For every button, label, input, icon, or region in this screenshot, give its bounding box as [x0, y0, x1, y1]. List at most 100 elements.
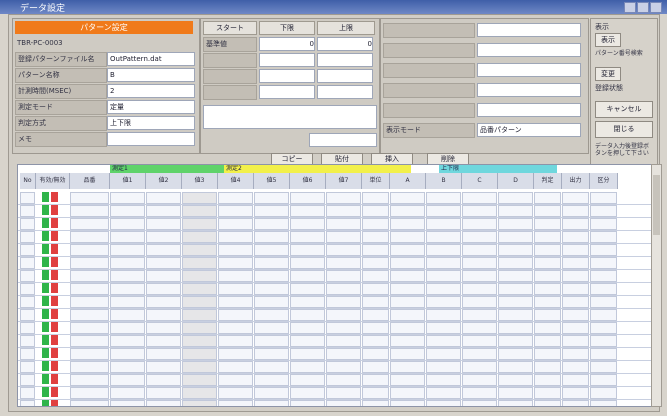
- grid-cell[interactable]: [110, 283, 145, 295]
- disable-toggle[interactable]: [51, 309, 58, 319]
- grid-cell[interactable]: [290, 205, 325, 217]
- grid-cell[interactable]: [426, 192, 461, 204]
- range-row-2-value-0[interactable]: [259, 69, 315, 83]
- close-dialog-button[interactable]: 閉じる: [595, 121, 653, 138]
- grid-cell[interactable]: [390, 231, 425, 243]
- column-header-13[interactable]: C: [462, 173, 498, 189]
- grid-cell[interactable]: [326, 335, 361, 347]
- grid-cell[interactable]: [362, 335, 389, 347]
- grid-cell[interactable]: [462, 361, 497, 373]
- grid-cell[interactable]: [562, 257, 589, 269]
- enable-toggle[interactable]: [42, 205, 49, 215]
- table-row[interactable]: [18, 308, 651, 322]
- minimize-button[interactable]: [624, 2, 636, 13]
- grid-cell[interactable]: [254, 296, 289, 308]
- column-header-7[interactable]: 値5: [254, 173, 290, 189]
- grid-cell[interactable]: [462, 218, 497, 230]
- grid-cell[interactable]: [110, 335, 145, 347]
- field-input-3[interactable]: 定量: [107, 100, 195, 114]
- grid-cell[interactable]: [390, 335, 425, 347]
- table-row[interactable]: [18, 282, 651, 296]
- grid-cell[interactable]: [326, 400, 361, 406]
- column-header-6[interactable]: 値4: [218, 173, 254, 189]
- grid-cell[interactable]: [326, 218, 361, 230]
- grid-cell[interactable]: [562, 348, 589, 360]
- grid-cell[interactable]: [426, 205, 461, 217]
- grid-cell[interactable]: [390, 322, 425, 334]
- grid-cell[interactable]: [534, 218, 561, 230]
- maximize-button[interactable]: [637, 2, 649, 13]
- enable-toggle[interactable]: [42, 218, 49, 228]
- enable-toggle[interactable]: [42, 322, 49, 332]
- grid-cell[interactable]: [110, 192, 145, 204]
- display-row-input-3[interactable]: [477, 83, 581, 97]
- grid-cell[interactable]: [326, 257, 361, 269]
- grid-cell[interactable]: [362, 205, 389, 217]
- grid-cell[interactable]: [562, 270, 589, 282]
- grid-cell[interactable]: [20, 218, 35, 230]
- grid-cell[interactable]: [70, 361, 109, 373]
- grid-cell[interactable]: [326, 322, 361, 334]
- field-input-2[interactable]: 2: [107, 84, 195, 98]
- grid-cell[interactable]: [498, 309, 533, 321]
- grid-cell[interactable]: [290, 361, 325, 373]
- grid-cell[interactable]: [590, 192, 617, 204]
- table-row[interactable]: [18, 230, 651, 244]
- grid-cell[interactable]: [146, 400, 181, 406]
- grid-cell[interactable]: [498, 361, 533, 373]
- grid-cell[interactable]: [390, 218, 425, 230]
- grid-cell[interactable]: [218, 205, 253, 217]
- grid-cell[interactable]: [110, 296, 145, 308]
- grid-cell[interactable]: [590, 231, 617, 243]
- grid-cell[interactable]: [326, 244, 361, 256]
- grid-cell[interactable]: [590, 361, 617, 373]
- column-header-10[interactable]: 単位: [362, 173, 390, 189]
- table-row[interactable]: [18, 360, 651, 374]
- grid-cell[interactable]: [562, 374, 589, 386]
- enable-toggle[interactable]: [42, 192, 49, 202]
- grid-cell[interactable]: [254, 231, 289, 243]
- disable-toggle[interactable]: [51, 192, 58, 202]
- grid-cell[interactable]: [70, 205, 109, 217]
- grid-cell[interactable]: [390, 296, 425, 308]
- enable-toggle[interactable]: [42, 270, 49, 280]
- grid-cell[interactable]: [326, 283, 361, 295]
- grid-cell[interactable]: [590, 205, 617, 217]
- grid-cell[interactable]: [426, 335, 461, 347]
- grid-cell[interactable]: [20, 192, 35, 204]
- grid-cell[interactable]: [462, 309, 497, 321]
- column-header-17[interactable]: 区分: [590, 173, 618, 189]
- grid-cell[interactable]: [218, 335, 253, 347]
- grid-cell[interactable]: [326, 374, 361, 386]
- grid-cell[interactable]: [534, 348, 561, 360]
- column-header-11[interactable]: A: [390, 173, 426, 189]
- grid-cell[interactable]: [290, 296, 325, 308]
- grid-cell[interactable]: [290, 400, 325, 406]
- grid-cell[interactable]: [590, 387, 617, 399]
- enable-toggle[interactable]: [42, 309, 49, 319]
- grid-cell[interactable]: [498, 322, 533, 334]
- grid-cell[interactable]: [462, 400, 497, 406]
- enable-toggle[interactable]: [42, 335, 49, 345]
- grid-cell[interactable]: [390, 270, 425, 282]
- cancel-button[interactable]: キャンセル: [595, 101, 653, 118]
- grid-cell[interactable]: [362, 296, 389, 308]
- column-header-5[interactable]: 値3: [182, 173, 218, 189]
- grid-cell[interactable]: [534, 400, 561, 406]
- grid-cell[interactable]: [70, 283, 109, 295]
- grid-cell[interactable]: [590, 218, 617, 230]
- grid-cell[interactable]: [390, 283, 425, 295]
- grid-cell[interactable]: [390, 374, 425, 386]
- grid-cell[interactable]: [218, 283, 253, 295]
- column-header-14[interactable]: D: [498, 173, 534, 189]
- grid-cell[interactable]: [290, 348, 325, 360]
- display-row-input-2[interactable]: [477, 63, 581, 77]
- grid-cell[interactable]: [290, 270, 325, 282]
- show-button[interactable]: 表示: [595, 33, 621, 47]
- table-row[interactable]: [18, 373, 651, 387]
- grid-cell[interactable]: [146, 309, 181, 321]
- grid-cell[interactable]: [534, 231, 561, 243]
- grid-cell[interactable]: [590, 283, 617, 295]
- grid-cell[interactable]: [326, 231, 361, 243]
- grid-cell[interactable]: [390, 387, 425, 399]
